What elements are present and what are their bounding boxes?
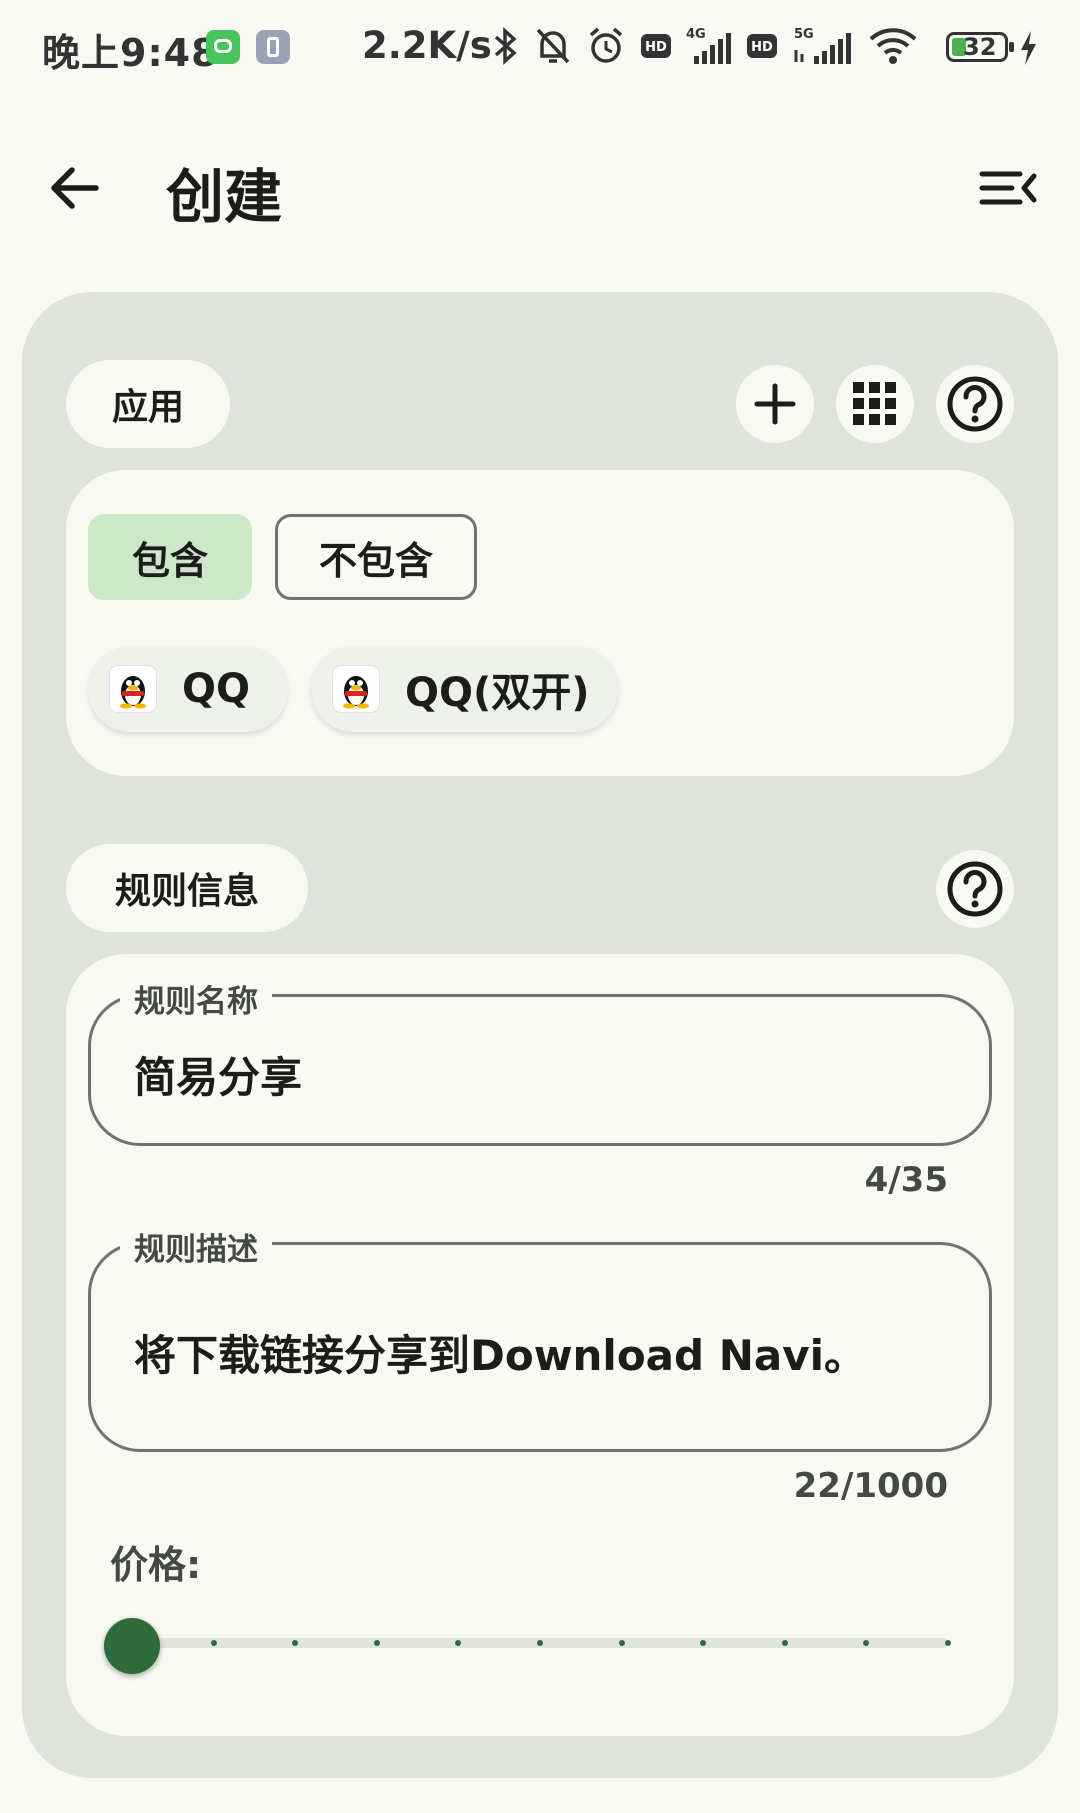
- rule-name-counter: 4/35: [864, 1160, 948, 1200]
- slider-tick: [781, 1640, 788, 1646]
- chip-include-label: 包含: [131, 538, 208, 583]
- chip-exclude-label: 不包含: [318, 538, 433, 583]
- apps-help-button[interactable]: [936, 365, 1014, 443]
- top-app-bar: 创建: [0, 130, 1080, 240]
- add-app-button[interactable]: [736, 365, 814, 443]
- price-slider-track[interactable]: [108, 1638, 948, 1648]
- charging-icon: [1021, 31, 1036, 65]
- svg-text:5G: 5G: [794, 27, 814, 42]
- svg-text:HD: HD: [645, 40, 667, 55]
- app-chip-qq-dual[interactable]: QQ(双开): [311, 646, 618, 732]
- battery-icon: 32: [946, 32, 1014, 62]
- back-button[interactable]: [40, 152, 112, 224]
- alarm-icon: [589, 27, 623, 63]
- help-icon: [947, 376, 1003, 432]
- net-speed: 2.2K/s: [362, 24, 492, 67]
- wifi-icon: [869, 28, 917, 64]
- status-bar: 晚上9:48 2.2K/s HD 4G HD 5G 32: [0, 0, 1080, 96]
- add-icon: [754, 383, 796, 425]
- grid-icon: [853, 382, 896, 425]
- battery-level: 32: [963, 33, 997, 61]
- notification-app-icon: [206, 30, 240, 64]
- hd-icon-2: HD: [747, 34, 777, 58]
- qq-penguin-icon: [333, 666, 379, 712]
- app-grid-button[interactable]: [836, 365, 914, 443]
- rule-help-button[interactable]: [936, 850, 1014, 928]
- mute-bell-icon: [536, 28, 570, 64]
- status-icons: HD 4G HD 5G: [490, 26, 918, 66]
- slider-tick: [537, 1640, 543, 1646]
- rule-name-label: 规则名称: [120, 976, 272, 1021]
- apps-section-title: 应用: [111, 387, 184, 428]
- signal-5g-icon: 5G: [794, 27, 851, 64]
- slider-tick: [210, 1640, 217, 1646]
- menu-button[interactable]: [978, 160, 1038, 216]
- rule-desc-label: 规则描述: [120, 1224, 272, 1269]
- price-slider-thumb[interactable]: [104, 1618, 160, 1674]
- slider-tick: [618, 1640, 625, 1646]
- svg-text:4G: 4G: [686, 27, 706, 42]
- notification-app-icon-2: [256, 30, 290, 64]
- signal-4g-icon: 4G: [686, 27, 731, 64]
- rule-section-header: 规则信息: [66, 844, 308, 932]
- rule-name-value[interactable]: 简易分享: [134, 1044, 302, 1105]
- chip-exclude[interactable]: 不包含: [275, 514, 477, 600]
- bluetooth-icon: [494, 27, 517, 65]
- app-chip-qq-label: QQ: [182, 666, 251, 712]
- slider-tick: [945, 1640, 951, 1646]
- chip-include[interactable]: 包含: [88, 514, 252, 600]
- rule-section-title: 规则信息: [114, 871, 259, 912]
- help-icon: [947, 861, 1003, 917]
- slider-tick: [373, 1640, 380, 1646]
- svg-text:HD: HD: [751, 40, 773, 55]
- rule-desc-counter: 22/1000: [793, 1466, 948, 1506]
- arrow-left-icon: [51, 167, 99, 209]
- status-time: 晚上9:48: [42, 31, 219, 75]
- app-chip-qq[interactable]: QQ: [88, 646, 288, 732]
- hd-icon: HD: [641, 34, 671, 58]
- price-label: 价格:: [110, 1543, 202, 1587]
- rule-desc-value[interactable]: 将下载链接分享到Download Navi。: [134, 1322, 866, 1383]
- qq-penguin-icon: [110, 666, 156, 712]
- app-chip-qq-dual-label: QQ(双开): [405, 670, 590, 716]
- page-title: 创建: [166, 163, 283, 231]
- menu-collapse-icon: [979, 171, 1037, 205]
- apps-section-header: 应用: [66, 360, 230, 448]
